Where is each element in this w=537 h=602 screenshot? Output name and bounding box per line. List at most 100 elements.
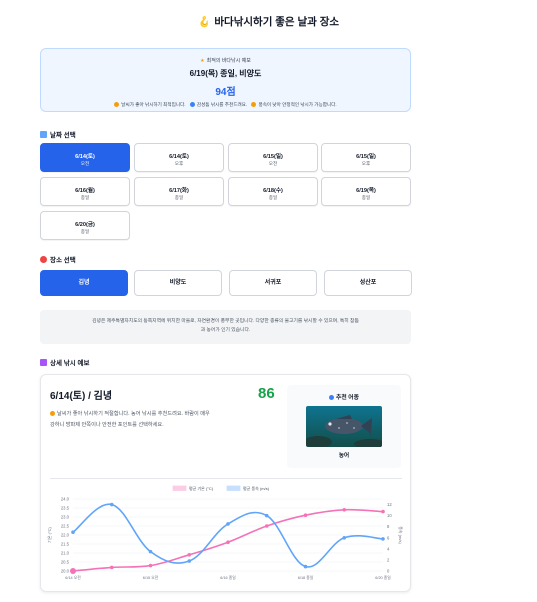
period-label: 종일 [268,195,278,200]
period-label: 오전 [80,161,90,166]
detail-message-line: 날씨가 좋아 낚시하기 적절합니다. 농어 낚시를 추천드려요. 바람이 매우 [57,411,210,417]
data-point [70,568,76,574]
date-button-6[interactable]: 6/18(수) 종일 [228,177,318,206]
legend-swatch [172,485,187,491]
fish-photo-image [306,406,382,447]
y-left-tick-label: 21.5 [61,542,70,547]
data-point [226,540,230,544]
y-right-tick-label: 4 [387,546,390,551]
y-right-tick-label: 8 [387,524,390,529]
legend-swatch [226,485,241,491]
thumbs-up-icon [251,102,257,107]
date-button-0[interactable]: 6/14(토) 오전 [40,143,130,172]
detail-section-title-text: 상세 낚시 예보 [50,360,90,367]
y-left-tick-label: 22.0 [61,533,70,538]
recommended-fish-panel: 추천 어종 농어 [287,385,401,468]
y-right-axis-label: 풍속 (m/s) [398,526,404,544]
calendar-icon [40,131,47,138]
fishing-hook-icon: 🪝 [197,17,211,28]
date-button-5[interactable]: 6/17(화) 종일 [134,177,224,206]
date-label: 6/16(월) [75,188,95,194]
date-section-title: 날짜 선택 [40,129,76,139]
bar-chart-icon [40,359,47,366]
period-label: 오후 [361,161,371,166]
period-label: 종일 [80,195,90,200]
star-icon: ★ [200,58,205,64]
legend-label: 평균 기온 (°C) [189,485,214,491]
legend-label: 평균 풍속 (m/s) [243,485,270,491]
temperature-wind-chart: 20.0 20.5 21.0 21.5 22.0 22.5 23.0 23.5 24.0 0 2 4 6… [46,485,404,580]
date-label: 6/14(토) [75,154,95,160]
date-button-2[interactable]: 6/15(일) 오전 [228,143,318,172]
fish-icon [329,395,335,400]
y-right-tick-label: 12 [387,502,392,507]
x-tick-label: 6/15 오전 [143,575,159,580]
forecast-detail-card: 6/14(토) / 김녕 86 날씨가 좋아 낚시하기 적절합니다. 농어 낚시… [40,374,411,592]
y-left-tick-label: 21.0 [61,551,70,556]
date-button-1[interactable]: 6/14(토) 오후 [134,143,224,172]
detail-card-title: 6/14(토) / 김녕 [50,391,113,402]
data-point [148,549,153,554]
best-forecast-banner: ★ 최적의 바다낚시 예보 6/19(목) 종일, 비양도 94점 날씨가 좋아 … [40,48,411,112]
data-point [187,559,192,563]
description-line: 김녕은 제주특별자치도의 동쪽지역에 위치한 마을로, 자연환경이 풍부한 곳입… [92,319,359,324]
detail-score: 86 [258,385,275,402]
detail-message-line: 강하니 방파제 안쪽이나 안전한 포인트를 선택하세요. [50,422,164,428]
recommended-fish-label: 추천 어종 [287,392,401,401]
data-point [381,537,385,541]
date-label: 6/20(금) [75,222,95,228]
tip-text: 감성돔 낚시를 추천드려요. [196,102,248,107]
date-label: 6/14(토) [169,154,189,160]
x-tick-label: 6/14 오전 [65,575,81,580]
y-right-tick-label: 2 [387,557,390,562]
data-point [303,513,308,517]
data-point [264,524,269,528]
y-left-tick-label: 23.5 [61,506,70,511]
best-forecast-score: 94점 [215,87,236,98]
data-point [148,563,153,568]
y-right-tick-label: 6 [387,535,390,540]
page-title: 🪝 바다낚시하기 좋은 날과 장소 [0,14,537,29]
data-point [381,509,385,514]
fish-photo [306,406,382,447]
date-button-8[interactable]: 6/20(금) 종일 [40,211,130,240]
location-button-gimnyeong[interactable]: 김녕 [40,270,128,296]
location-section-title-text: 장소 선택 [50,257,76,264]
pin-icon [40,256,47,263]
data-point [342,535,347,540]
location-section-title: 장소 선택 [40,254,76,264]
data-point [342,508,347,512]
detail-message: 날씨가 좋아 낚시하기 적절합니다. 농어 낚시를 추천드려요. 바람이 매우 … [50,409,278,431]
y-right-tick-label: 0 [387,569,390,574]
tip-text: 날씨가 좋아 낚시하기 최적입니다. [121,102,186,107]
location-button-seogwipo[interactable]: 서귀포 [229,270,317,296]
fish-icon [189,102,195,107]
data-point [264,513,269,518]
date-label: 6/18(수) [263,188,283,194]
description-line: 과 농어가 인기 있습니다. [200,328,251,333]
y-right-tick-label: 10 [387,513,392,518]
tip-text: 풍속이 낮아 안정적인 낚시가 가능합니다. [258,102,337,107]
sun-icon [50,411,55,416]
date-section-title-text: 날짜 선택 [50,132,76,139]
best-forecast-label-text: 최적의 바다낚시 예보 [206,58,251,64]
data-point [71,530,75,535]
y-left-tick-label: 23.0 [61,515,70,520]
location-button-seongsanpo[interactable]: 성산포 [324,270,412,296]
recommended-fish-label-text: 추천 어종 [336,395,359,401]
period-label: 종일 [80,229,90,234]
date-label: 6/15(일) [263,154,283,160]
data-point [226,522,230,526]
sun-icon [114,102,120,107]
period-label: 오후 [174,161,184,166]
recommended-fish-name: 농어 [338,453,350,459]
date-button-7[interactable]: 6/19(목) 종일 [321,177,411,206]
date-button-3[interactable]: 6/15(일) 오후 [321,143,411,172]
data-point [109,502,114,507]
date-button-4[interactable]: 6/16(월) 종일 [40,177,130,206]
x-tick-label: 6/20 종일 [375,575,391,580]
y-left-tick-label: 22.5 [61,524,70,529]
date-label: 6/17(화) [169,188,189,194]
location-button-biyangdo[interactable]: 비양도 [134,270,222,296]
page-title-text: 바다낚시하기 좋은 날과 장소 [214,16,340,28]
